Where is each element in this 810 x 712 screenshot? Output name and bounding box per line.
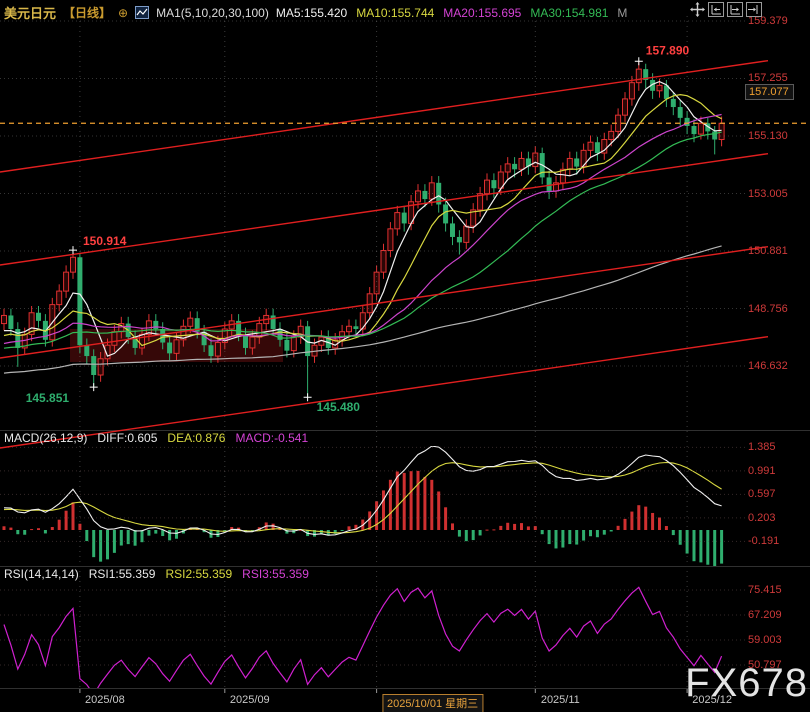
macd-axis-label: 1.385 <box>748 441 776 454</box>
date-label[interactable]: 2025/08 <box>85 694 125 706</box>
price-axis-label: 148.756 <box>748 302 788 315</box>
price-axis-label: 146.632 <box>748 360 788 373</box>
macd-header: MACD(26,12,9) DIFF:0.605 DEA:0.876 MACD:… <box>4 431 308 445</box>
date-label-highlighted[interactable]: 2025/10/01 星期三 <box>382 694 484 712</box>
period-label[interactable]: 【日线】 <box>63 4 111 21</box>
macd-axis-label: 0.597 <box>748 488 776 501</box>
date-label[interactable]: 2025/09 <box>230 694 270 706</box>
main-header: 美元日元 【日线】 ⊕ MA1(5,10,20,30,100) MA5:155.… <box>4 3 627 22</box>
chart-toolbar <box>689 2 762 17</box>
ma-settings-label[interactable]: MA1(5,10,20,30,100) <box>156 6 269 20</box>
price-axis-label: 150.881 <box>748 245 788 257</box>
expand-x-icon[interactable] <box>727 2 743 17</box>
rsi-axis-label: 59.003 <box>748 634 782 646</box>
macd-dea-value: DEA:0.876 <box>167 431 226 445</box>
macd-diff-value: DIFF:0.605 <box>97 431 158 445</box>
symbol-name: 美元日元 <box>4 6 57 21</box>
ma-legend-item: MA5:155.420 <box>275 5 348 20</box>
compress-x-icon[interactable] <box>708 2 724 17</box>
macd-macd-value: MACD:-0.541 <box>235 431 309 445</box>
ma-legend-item: M <box>617 5 628 20</box>
rsi-axis-label: 67.209 <box>748 608 782 621</box>
ma-legend-item: MA20:155.695 <box>443 5 522 20</box>
rsi-axis-label: 75.415 <box>748 583 782 596</box>
shift-right-icon[interactable] <box>746 2 762 17</box>
rsi3-value: RSI3:55.359 <box>242 567 309 581</box>
rsi2-value: RSI2:55.359 <box>165 567 233 581</box>
svg-text:145.480: 145.480 <box>317 400 361 414</box>
macd-title[interactable]: MACD(26,12,9) <box>4 431 87 445</box>
date-label[interactable]: 2025/11 <box>541 694 580 706</box>
macd-axis-label: 0.203 <box>748 511 776 524</box>
price-axis-label: 155.130 <box>748 130 788 142</box>
svg-text:145.851: 145.851 <box>26 391 70 405</box>
svg-text:157.890: 157.890 <box>646 43 690 57</box>
pan-icon[interactable] <box>689 2 705 17</box>
ma-legend-item: MA30:154.981 <box>530 5 609 20</box>
add-indicator-icon[interactable]: ⊕ <box>118 6 128 20</box>
macd-axis-label: 0.991 <box>748 464 776 477</box>
rsi-header: RSI(14,14,14) RSI1:55.359 RSI2:55.359 RS… <box>4 567 309 581</box>
watermark: FX678 <box>685 661 808 705</box>
ma-legend: MA5:155.420 MA10:155.744 MA20:155.695 MA30:… <box>276 6 628 20</box>
price-axis-label: 153.005 <box>748 187 788 200</box>
ma-legend-item: MA10:155.744 <box>356 5 435 20</box>
chart-type-icon[interactable] <box>135 6 150 19</box>
chart-app: 150.914 145.851 145.480 157.890 美元日元 【日线】 ⊕… <box>0 0 810 712</box>
svg-text:150.914: 150.914 <box>83 234 127 248</box>
current-price-label: 157.077 <box>745 84 794 101</box>
rsi1-value: RSI1:55.359 <box>88 567 156 581</box>
chart-canvas[interactable]: 150.914 145.851 145.480 157.890 <box>0 0 810 712</box>
price-axis-label: 157.255 <box>748 72 788 85</box>
rsi-title[interactable]: RSI(14,14,14) <box>4 567 79 581</box>
macd-axis-label: -0.191 <box>748 535 780 548</box>
